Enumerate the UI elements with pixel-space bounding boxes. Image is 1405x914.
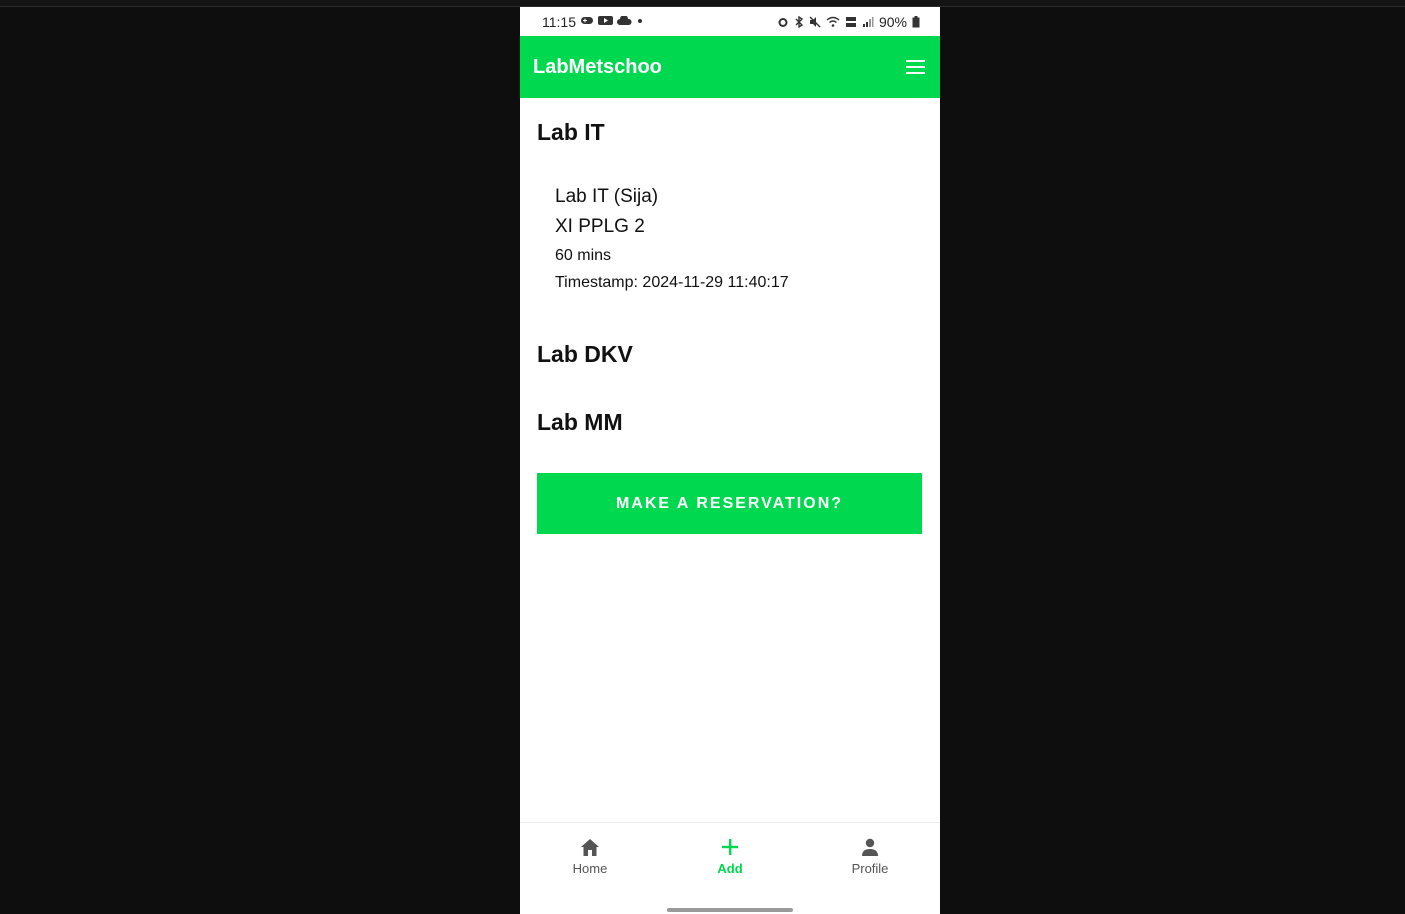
window-top-strip [0,0,1405,7]
game-controller-icon [581,17,593,24]
nav-home-label: Home [572,861,608,876]
reservation-room: Lab IT (Sija) [555,186,659,207]
battery-icon [912,16,920,28]
lab-heading-dkv[interactable]: Lab DKV [537,341,633,368]
battery-percent: 90% [878,14,907,30]
status-notification-icons [580,15,644,26]
signal-icon [862,17,874,27]
nav-profile[interactable]: Profile [800,823,940,885]
make-reservation-button[interactable]: MAKE A RESERVATION? [537,473,922,534]
status-time: 11:15 [542,14,576,30]
reservation-timestamp: Timestamp: 2024-11-29 11:40:17 [555,274,789,291]
hamburger-icon-line [906,60,925,62]
mute-icon [809,16,821,28]
volte-icon [845,17,856,27]
lab-heading-mm[interactable]: Lab MM [537,409,623,436]
person-icon [859,836,881,858]
wifi-icon [826,16,840,27]
hamburger-icon-line [906,66,925,68]
status-system-icons: 90% [777,14,920,30]
home-icon [579,836,601,858]
bluetooth-icon [795,16,804,28]
plus-icon [719,836,741,858]
menu-button[interactable] [906,57,926,77]
reservation-class: XI PPLG 2 [555,216,645,237]
nav-home[interactable]: Home [520,823,660,885]
hamburger-icon-line [906,72,925,74]
bottom-navigation: Home Add Profile [520,822,940,885]
gesture-home-indicator[interactable] [667,908,793,912]
nav-add-label: Add [717,861,743,876]
alarm-icon [778,18,788,27]
lab-heading-it[interactable]: Lab IT [537,119,605,146]
youtube-icon [598,16,613,25]
phone-screen: 11:15 90% LabMetschoo Lab IT Lab IT (Sij… [520,7,940,914]
nav-profile-label: Profile [851,861,889,876]
nav-add[interactable]: Add [660,823,800,885]
status-bar: 11:15 90% [520,7,940,36]
app-title: LabMetschoo [533,56,662,78]
cloud-icon [617,15,632,25]
app-bar: LabMetschoo [520,36,940,98]
reservation-duration: 60 mins [555,247,612,264]
dot-icon [638,18,642,23]
